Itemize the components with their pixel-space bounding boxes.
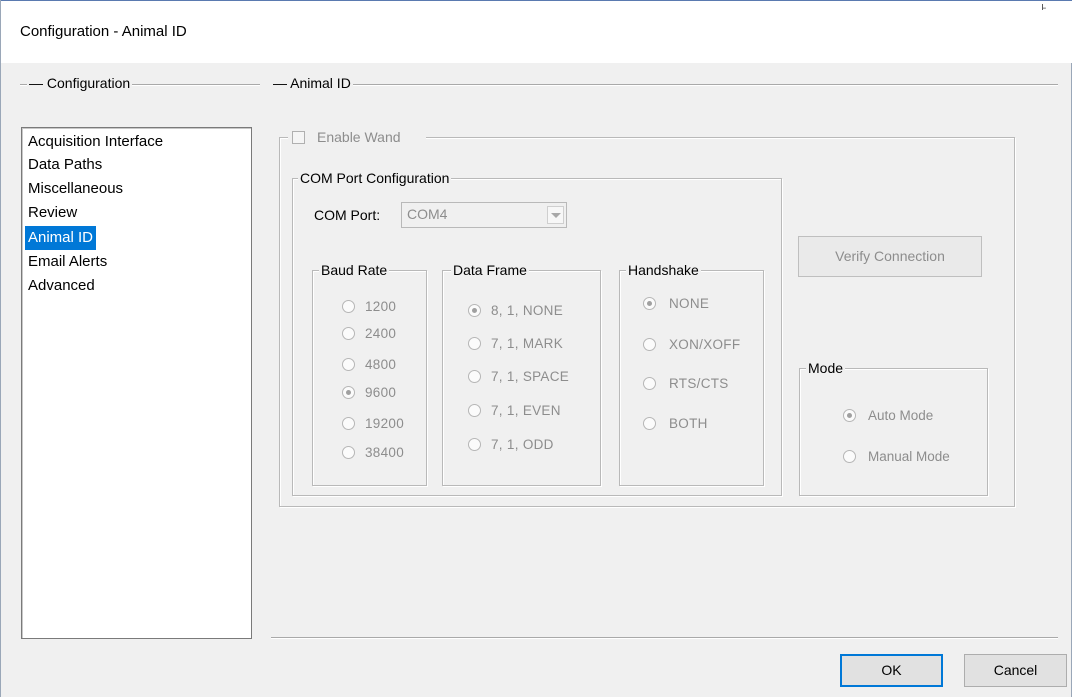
frame-7-1-space-label: 7, 1, SPACE	[491, 369, 570, 384]
footer-divider	[271, 637, 1058, 639]
com-port-config-label: COM Port Configuration	[298, 170, 452, 186]
baud-rate-label: Baud Rate	[319, 262, 390, 278]
manual-mode-radio[interactable]	[843, 450, 856, 463]
mode-label: Mode	[806, 360, 846, 376]
config-list[interactable]: Acquisition Interface Data Paths Miscell…	[21, 127, 252, 639]
animal-id-group-label: — Animal ID	[271, 75, 353, 91]
handshake-rts-cts-radio[interactable]	[643, 377, 656, 390]
handshake-rts-cts-label: RTS/CTS	[669, 376, 729, 391]
baud-38400-label: 38400	[365, 445, 405, 460]
title-bar: Configuration - Animal ID ı̵	[1, 0, 1072, 63]
auto-mode-label: Auto Mode	[868, 408, 934, 423]
cancel-button[interactable]: Cancel	[964, 654, 1067, 687]
baud-4800-radio[interactable]	[342, 358, 355, 371]
manual-mode-label: Manual Mode	[868, 449, 950, 464]
baud-1200-radio[interactable]	[342, 300, 355, 313]
com-port-dropdown-button[interactable]	[547, 206, 564, 224]
window-title: Configuration - Animal ID	[20, 23, 187, 40]
frame-7-1-even-radio[interactable]	[468, 404, 481, 417]
list-item-acquisition-interface[interactable]: Acquisition Interface	[25, 130, 166, 154]
baud-9600-label: 9600	[365, 385, 397, 400]
corner-mark: ı̵	[1041, 1, 1045, 13]
handshake-none-label: NONE	[669, 296, 710, 311]
frame-7-1-odd-radio[interactable]	[468, 438, 481, 451]
list-item-miscellaneous[interactable]: Miscellaneous	[25, 177, 126, 201]
frame-7-1-mark-radio[interactable]	[468, 337, 481, 350]
baud-4800-label: 4800	[365, 357, 397, 372]
frame-8-1-none-radio[interactable]	[468, 304, 481, 317]
com-port-value: COM4	[407, 206, 448, 222]
com-port-label: COM Port:	[314, 207, 381, 223]
handshake-both-radio[interactable]	[643, 417, 656, 430]
handshake-xon-xoff-radio[interactable]	[643, 338, 656, 351]
frame-8-1-none-label: 8, 1, NONE	[491, 303, 564, 318]
chevron-down-icon	[551, 213, 561, 218]
baud-19200-label: 19200	[365, 416, 405, 431]
enable-wand-checkbox[interactable]	[292, 131, 305, 144]
com-port-select[interactable]: COM4	[401, 202, 567, 228]
handshake-none-radio[interactable]	[643, 297, 656, 310]
handshake-both-label: BOTH	[669, 416, 708, 431]
handshake-xon-xoff-label: XON/XOFF	[669, 337, 741, 352]
data-frame-label: Data Frame	[451, 262, 529, 278]
frame-7-1-even-label: 7, 1, EVEN	[491, 403, 561, 418]
config-group-label: — Configuration	[27, 75, 133, 91]
ok-button[interactable]: OK	[840, 654, 943, 687]
animal-id-group-rule	[271, 84, 1058, 86]
baud-9600-radio[interactable]	[342, 386, 355, 399]
baud-2400-label: 2400	[365, 326, 397, 341]
list-item-data-paths[interactable]: Data Paths	[25, 153, 105, 177]
verify-connection-button[interactable]: Verify Connection	[798, 236, 982, 277]
baud-38400-radio[interactable]	[342, 446, 355, 459]
mode-group	[799, 368, 988, 496]
frame-7-1-mark-label: 7, 1, MARK	[491, 336, 564, 351]
frame-7-1-space-radio[interactable]	[468, 370, 481, 383]
list-item-review[interactable]: Review	[25, 201, 80, 225]
list-item-animal-id[interactable]: Animal ID	[25, 226, 97, 250]
baud-2400-radio[interactable]	[342, 327, 355, 340]
auto-mode-radio[interactable]	[843, 409, 856, 422]
config-dialog: Configuration - Animal ID ı̵ — Configura…	[0, 0, 1072, 697]
baud-1200-label: 1200	[365, 299, 397, 314]
frame-7-1-odd-label: 7, 1, ODD	[491, 437, 554, 452]
list-item-advanced[interactable]: Advanced	[25, 274, 98, 298]
list-item-email-alerts[interactable]: Email Alerts	[25, 250, 110, 274]
handshake-label: Handshake	[626, 262, 701, 278]
enable-wand-legend: Enable Wand	[288, 129, 426, 147]
enable-wand-label: Enable Wand	[317, 129, 401, 145]
baud-19200-radio[interactable]	[342, 417, 355, 430]
